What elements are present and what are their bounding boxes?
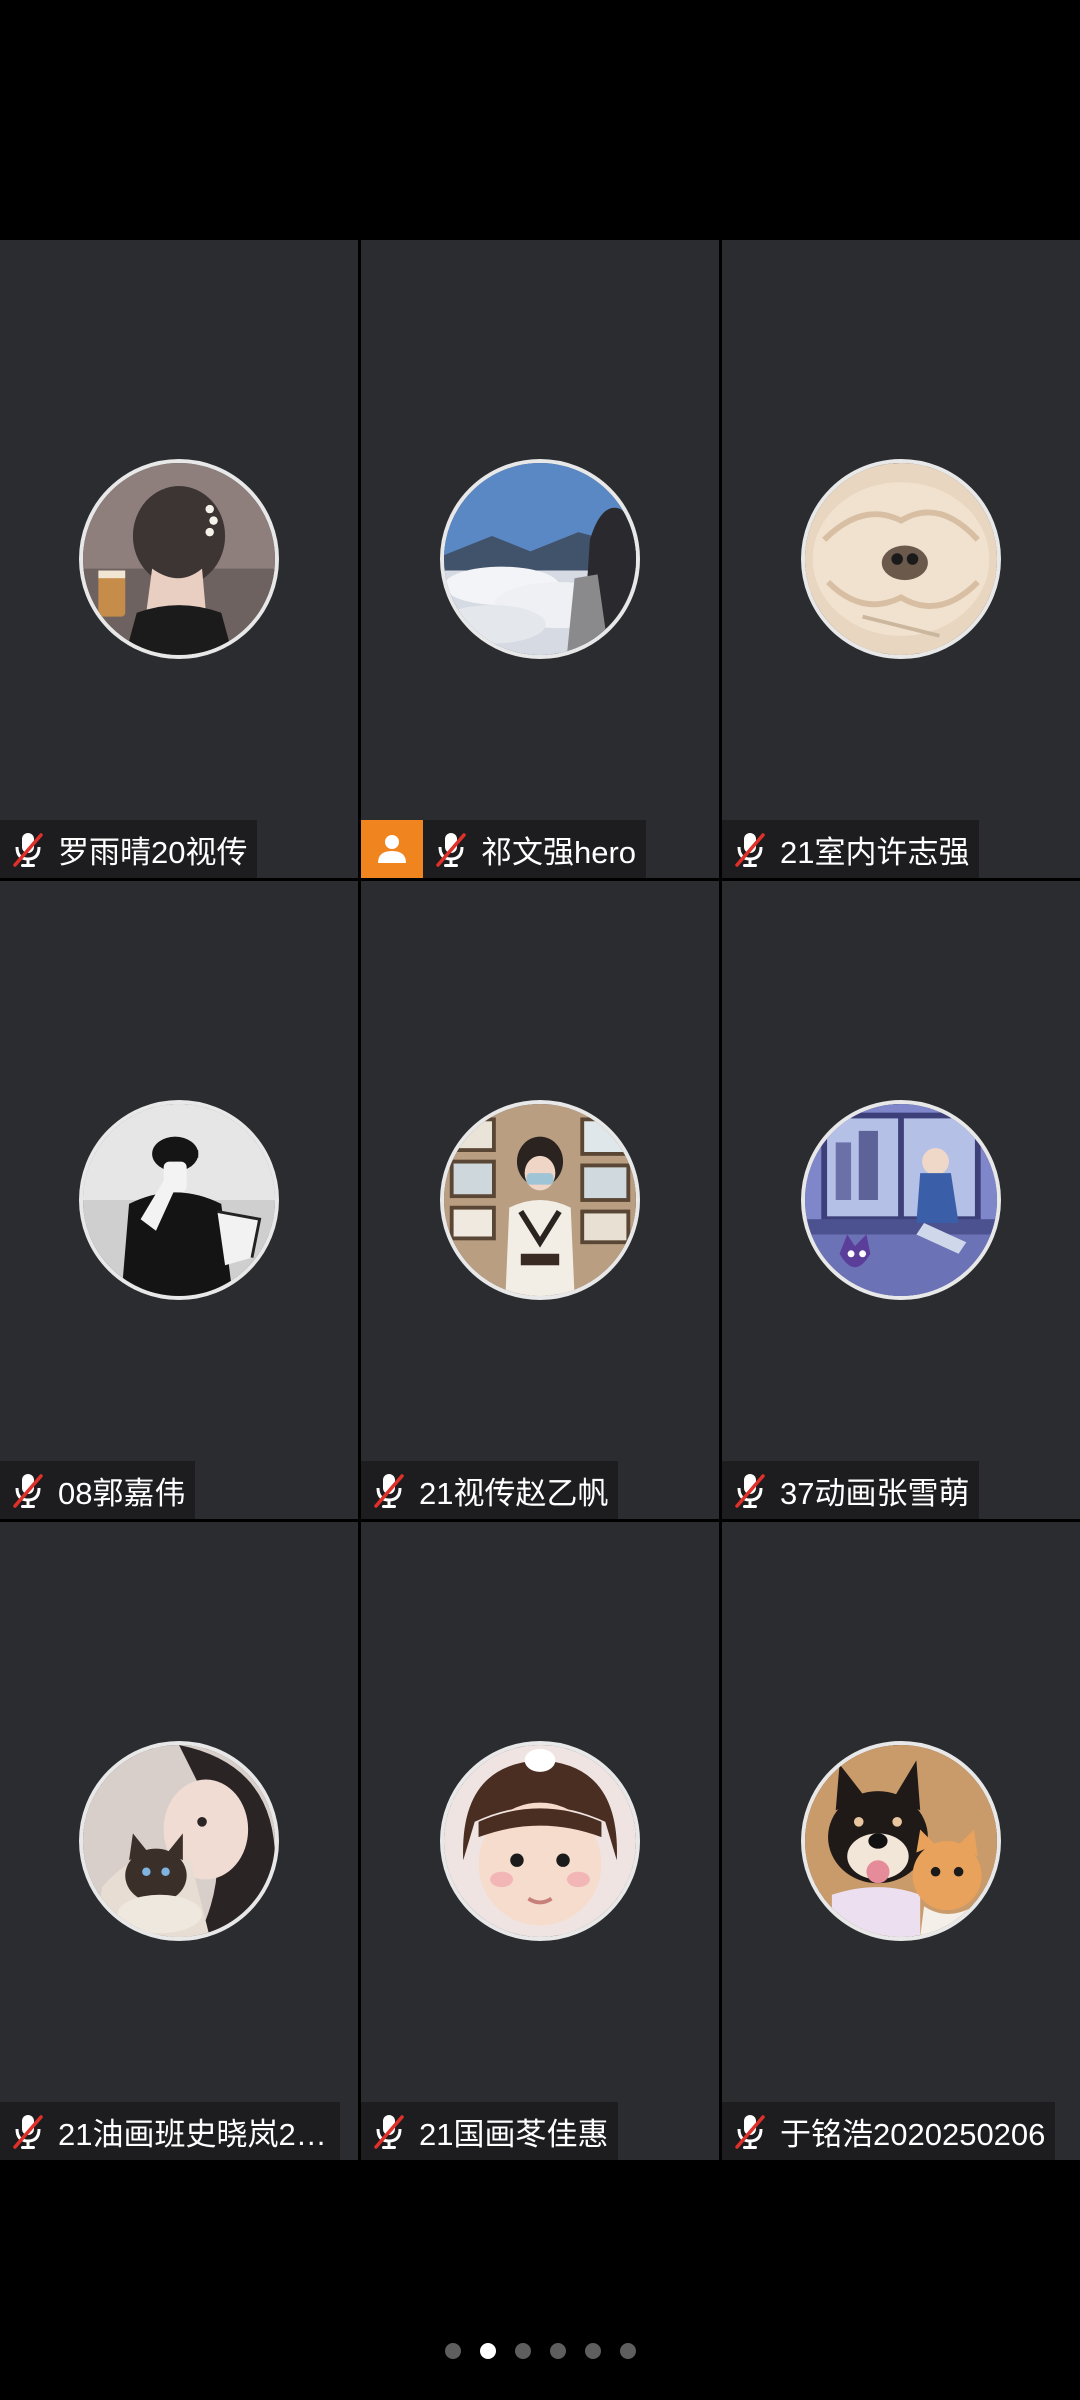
- name-label: 21室内许志强: [722, 820, 980, 878]
- name-bar: 21国画苳佳惠: [361, 2102, 619, 2160]
- name-bar: 21油画班史晓岚20...: [0, 2102, 340, 2160]
- name-bar: 37动画张雪萌: [722, 1461, 980, 1519]
- page-dot[interactable]: [514, 2343, 531, 2359]
- participant-name: 21油画班史晓岚20...: [58, 2116, 330, 2152]
- name-bar: 罗雨晴20视传: [0, 820, 258, 878]
- woman-with-cat-avatar: [79, 1741, 279, 1941]
- name-bar: 21视传赵乙帆: [361, 1461, 619, 1519]
- page-dot[interactable]: [619, 2343, 636, 2359]
- participant-name: 21视传赵乙帆: [419, 1475, 609, 1511]
- name-label: 祁文强hero: [423, 820, 647, 878]
- muted-mic-icon: [13, 1474, 43, 1508]
- name-label: 于铭浩2020250206: [722, 2102, 1056, 2160]
- participant-name: 罗雨晴20视传: [58, 834, 248, 870]
- page-dot-active[interactable]: [479, 2343, 496, 2359]
- dog-and-kitten-avatar: [801, 1741, 1001, 1941]
- participant-tile[interactable]: 21室内许志强: [722, 240, 1080, 878]
- participant-tile[interactable]: 于铭浩2020250206: [722, 1522, 1080, 2160]
- muted-mic-icon: [735, 2115, 765, 2149]
- page-indicator[interactable]: [0, 2343, 1080, 2359]
- name-label: 21国画苳佳惠: [361, 2102, 619, 2160]
- participant-name: 于铭浩2020250206: [780, 2116, 1046, 2152]
- muted-mic-icon: [374, 2115, 404, 2149]
- participant-name: 37动画张雪萌: [780, 1475, 970, 1511]
- muted-mic-icon: [735, 1474, 765, 1508]
- name-label: 罗雨晴20视传: [0, 820, 258, 878]
- girl-in-gallery-avatar: [440, 1100, 640, 1300]
- page-dot[interactable]: [444, 2343, 461, 2359]
- page-dot[interactable]: [549, 2343, 566, 2359]
- name-bar: 于铭浩2020250206: [722, 2102, 1056, 2160]
- name-label: 21油画班史晓岚20...: [0, 2102, 340, 2160]
- host-badge: [361, 820, 423, 878]
- participant-tile[interactable]: 08郭嘉伟: [0, 881, 358, 1519]
- muted-mic-icon: [13, 2115, 43, 2149]
- mountain-clouds-avatar: [440, 459, 640, 659]
- plush-toy-avatar: [801, 459, 1001, 659]
- toddler-face-avatar: [440, 1741, 640, 1941]
- muted-mic-icon: [374, 1474, 404, 1508]
- woman-with-hair-clip-avatar: [79, 459, 279, 659]
- page-dot[interactable]: [584, 2343, 601, 2359]
- name-label: 37动画张雪萌: [722, 1461, 980, 1519]
- name-label: 08郭嘉伟: [0, 1461, 196, 1519]
- muted-mic-icon: [436, 833, 466, 867]
- participant-grid: 罗雨晴20视传 祁文强hero 21室内许志强 08郭嘉伟 21视传赵乙帆 37…: [0, 240, 1080, 2160]
- name-label: 21视传赵乙帆: [361, 1461, 619, 1519]
- person-icon: [378, 835, 406, 863]
- muted-mic-icon: [13, 833, 43, 867]
- anime-window-illustration-avatar: [801, 1100, 1001, 1300]
- name-bar: 08郭嘉伟: [0, 1461, 196, 1519]
- participant-name: 祁文强hero: [481, 834, 637, 870]
- participant-tile[interactable]: 21国画苳佳惠: [361, 1522, 719, 2160]
- participant-name: 08郭嘉伟: [58, 1475, 186, 1511]
- muted-mic-icon: [735, 833, 765, 867]
- participant-tile[interactable]: 37动画张雪萌: [722, 881, 1080, 1519]
- participant-tile[interactable]: 21油画班史晓岚20...: [0, 1522, 358, 2160]
- participant-tile[interactable]: 罗雨晴20视传: [0, 240, 358, 878]
- participant-name: 21室内许志强: [780, 834, 970, 870]
- name-bar: 祁文强hero: [361, 820, 647, 878]
- cap-man-illustration-avatar: [79, 1100, 279, 1300]
- participant-tile[interactable]: 祁文强hero: [361, 240, 719, 878]
- participant-name: 21国画苳佳惠: [419, 2116, 609, 2152]
- name-bar: 21室内许志强: [722, 820, 980, 878]
- participant-tile[interactable]: 21视传赵乙帆: [361, 881, 719, 1519]
